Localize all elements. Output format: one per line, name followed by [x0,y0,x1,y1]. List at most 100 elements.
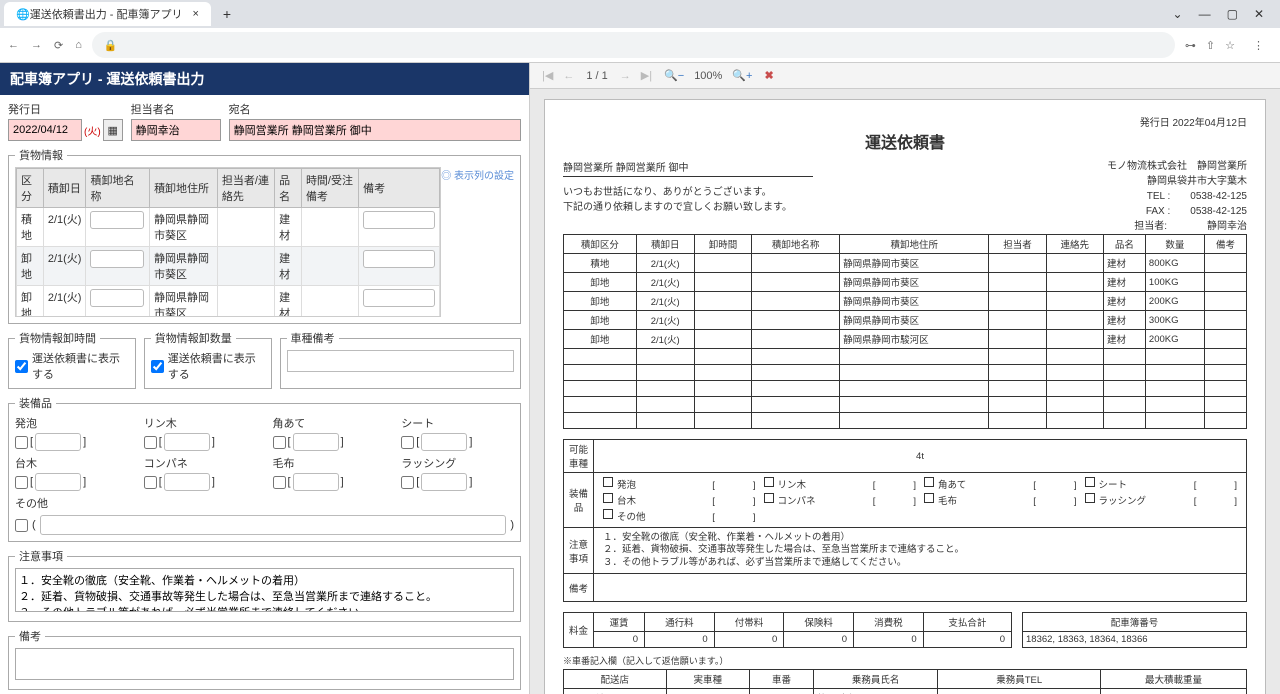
new-tab-button[interactable]: + [215,4,239,24]
equip-qty-input[interactable] [35,473,81,491]
equip-checkbox[interactable] [273,476,286,489]
cargo-time-checkbox[interactable] [15,360,28,373]
window-chevron-icon[interactable]: ⌄ [1173,7,1183,21]
doc-equip-item: コンパネ [778,493,816,507]
cargo-th: 時間/受注備考 [301,169,358,208]
issue-date-label: 発行日 [8,101,123,117]
zoom-out-icon[interactable]: 🔍− [664,69,684,82]
notes-legend: 注意事項 [15,548,67,564]
tab-title: 運送依頼書出力 - 配車簿アプリ [30,6,183,22]
nav-back-icon[interactable]: ← [8,39,19,52]
doc-entry-td: 静岡 太郎 [814,689,938,694]
doc-equip-label: 装備品 [564,473,594,528]
cargo-name-input[interactable] [90,289,144,307]
pv-prev-icon[interactable]: ← [563,70,574,82]
equip-checkbox[interactable] [273,436,286,449]
doc-fee-h4: 消費税 [854,613,924,632]
doc-cargo-row: 卸地2/1(火)静岡県静岡市駿河区建材200KG [564,330,1247,349]
person-label: 担当者名 [131,101,221,117]
calendar-icon[interactable]: ▦ [103,119,123,141]
equip-box-icon [603,509,613,519]
cargo-legend: 貨物情報 [15,147,67,163]
url-field[interactable]: 🔒 [92,32,1175,58]
menu-icon[interactable]: ⋮ [1253,39,1264,52]
doc-dispatch-no-label: 配車簿番号 [1023,613,1247,632]
equip-checkbox[interactable] [15,436,28,449]
cargo-remark-input[interactable] [363,289,435,307]
equip-qty-input[interactable] [35,433,81,451]
cargo-row: 卸地2/1(火)静岡県静岡市葵区建材 [17,286,440,318]
equip-checkbox[interactable] [15,476,28,489]
doc-fee-h5: 支払合計 [923,613,1011,632]
doc-fee-v5: 0 [923,632,1011,648]
equip-checkbox[interactable] [144,436,157,449]
notes-textarea[interactable]: １．安全靴の徹底（安全靴、作業着・ヘルメットの着用） ２．延着、貨物破損、交通事… [15,568,514,612]
cargo-remark-input[interactable] [363,250,435,268]
window-maximize-icon[interactable]: ▢ [1227,7,1238,21]
browser-tab[interactable]: 🌐 運送依頼書出力 - 配車簿アプリ × [4,2,211,26]
doc-equip-item: シート [1099,477,1128,491]
doc-entry-th: 乗務員TEL [938,670,1101,689]
doc-equip-item: 発泡 [617,477,636,491]
tab-close-icon[interactable]: × [192,8,198,20]
doc-equip-item: 台木 [617,493,636,507]
lock-icon: 🔒 [104,39,118,52]
equip-qty-input[interactable] [293,433,339,451]
nav-reload-icon[interactable]: ⟳ [54,39,63,52]
doc-cargo-row: 卸地2/1(火)静岡県静岡市葵区建材200KG [564,292,1247,311]
column-setting-link[interactable]: ◎ 表示列の設定 [441,167,514,182]
cargo-fieldset: 貨物情報 ◎ 表示列の設定 区分積卸日積卸地名称積卸地住所担当者/連絡先品名時間… [8,147,521,324]
zoom-in-icon[interactable]: 🔍+ [732,69,752,82]
equip-checkbox[interactable] [401,436,414,449]
cargo-th: 品名 [275,169,302,208]
cargo-row: 積地2/1(火)静岡県静岡市葵区建材 [17,208,440,247]
equip-label: ラッシング [401,455,514,471]
equip-box-icon [603,477,613,487]
cargo-name-input[interactable] [90,211,144,229]
nav-home-icon[interactable]: ⌂ [75,39,82,52]
person-input[interactable] [131,119,221,141]
equip-other-checkbox[interactable] [15,519,28,532]
window-minimize-icon[interactable]: — [1199,7,1211,21]
pv-first-icon[interactable]: |◀ [542,69,553,82]
cargo-name-input[interactable] [90,250,144,268]
vehicle-note-input[interactable] [287,350,515,372]
equip-other-input[interactable] [40,515,507,535]
doc-entry-th: 配送店 [564,670,667,689]
equip-qty-input[interactable] [421,433,467,451]
dest-input[interactable] [229,119,521,141]
equip-box-icon [764,477,774,487]
equip-label: リン木 [144,415,257,431]
doc-vehicle-label: 可能車種 [564,440,594,473]
doc-remark-label: 備考 [564,574,594,602]
share-icon[interactable]: ⇧ [1206,39,1215,52]
bookmark-icon[interactable]: ☆ [1225,39,1235,52]
pv-next-icon[interactable]: → [620,70,631,82]
doc-fee-v2: 0 [714,632,784,648]
equip-checkbox[interactable] [401,476,414,489]
doc-equip-item: 毛布 [938,493,957,507]
dest-label: 宛名 [229,101,521,117]
cargo-qty-legend: 貨物情報卸数量 [151,330,236,346]
doc-entry-td: モノ運輸 [564,689,667,694]
pv-last-icon[interactable]: ▶| [641,69,652,82]
pv-close-icon[interactable]: ✖ [764,69,773,82]
cargo-remark-input[interactable] [363,211,435,229]
equip-checkbox[interactable] [144,476,157,489]
doc-caution-line: ３．その他トラブル等があれば、必ず当営業所まで連絡してください。 [603,557,1237,569]
equip-qty-input[interactable] [421,473,467,491]
nav-forward-icon[interactable]: → [31,39,42,52]
equip-qty-input[interactable] [164,473,210,491]
issue-date-input[interactable] [8,119,82,141]
remarks-textarea[interactable] [15,648,514,680]
doc-greet2: 下記の通り依頼しますので宜しくお願い致します。 [563,200,813,215]
key-icon[interactable]: ⊶ [1185,39,1196,52]
equip-qty-input[interactable] [293,473,339,491]
window-close-icon[interactable]: ✕ [1254,7,1264,21]
cargo-qty-checkbox[interactable] [151,360,164,373]
doc-entry-td: 090-9999-9999 [938,689,1101,694]
equip-box-icon [1085,477,1095,487]
doc-company-line: TEL : 0538-42-125 [1107,189,1247,204]
equip-qty-input[interactable] [164,433,210,451]
doc-cargo-th: 卸時間 [694,235,751,254]
